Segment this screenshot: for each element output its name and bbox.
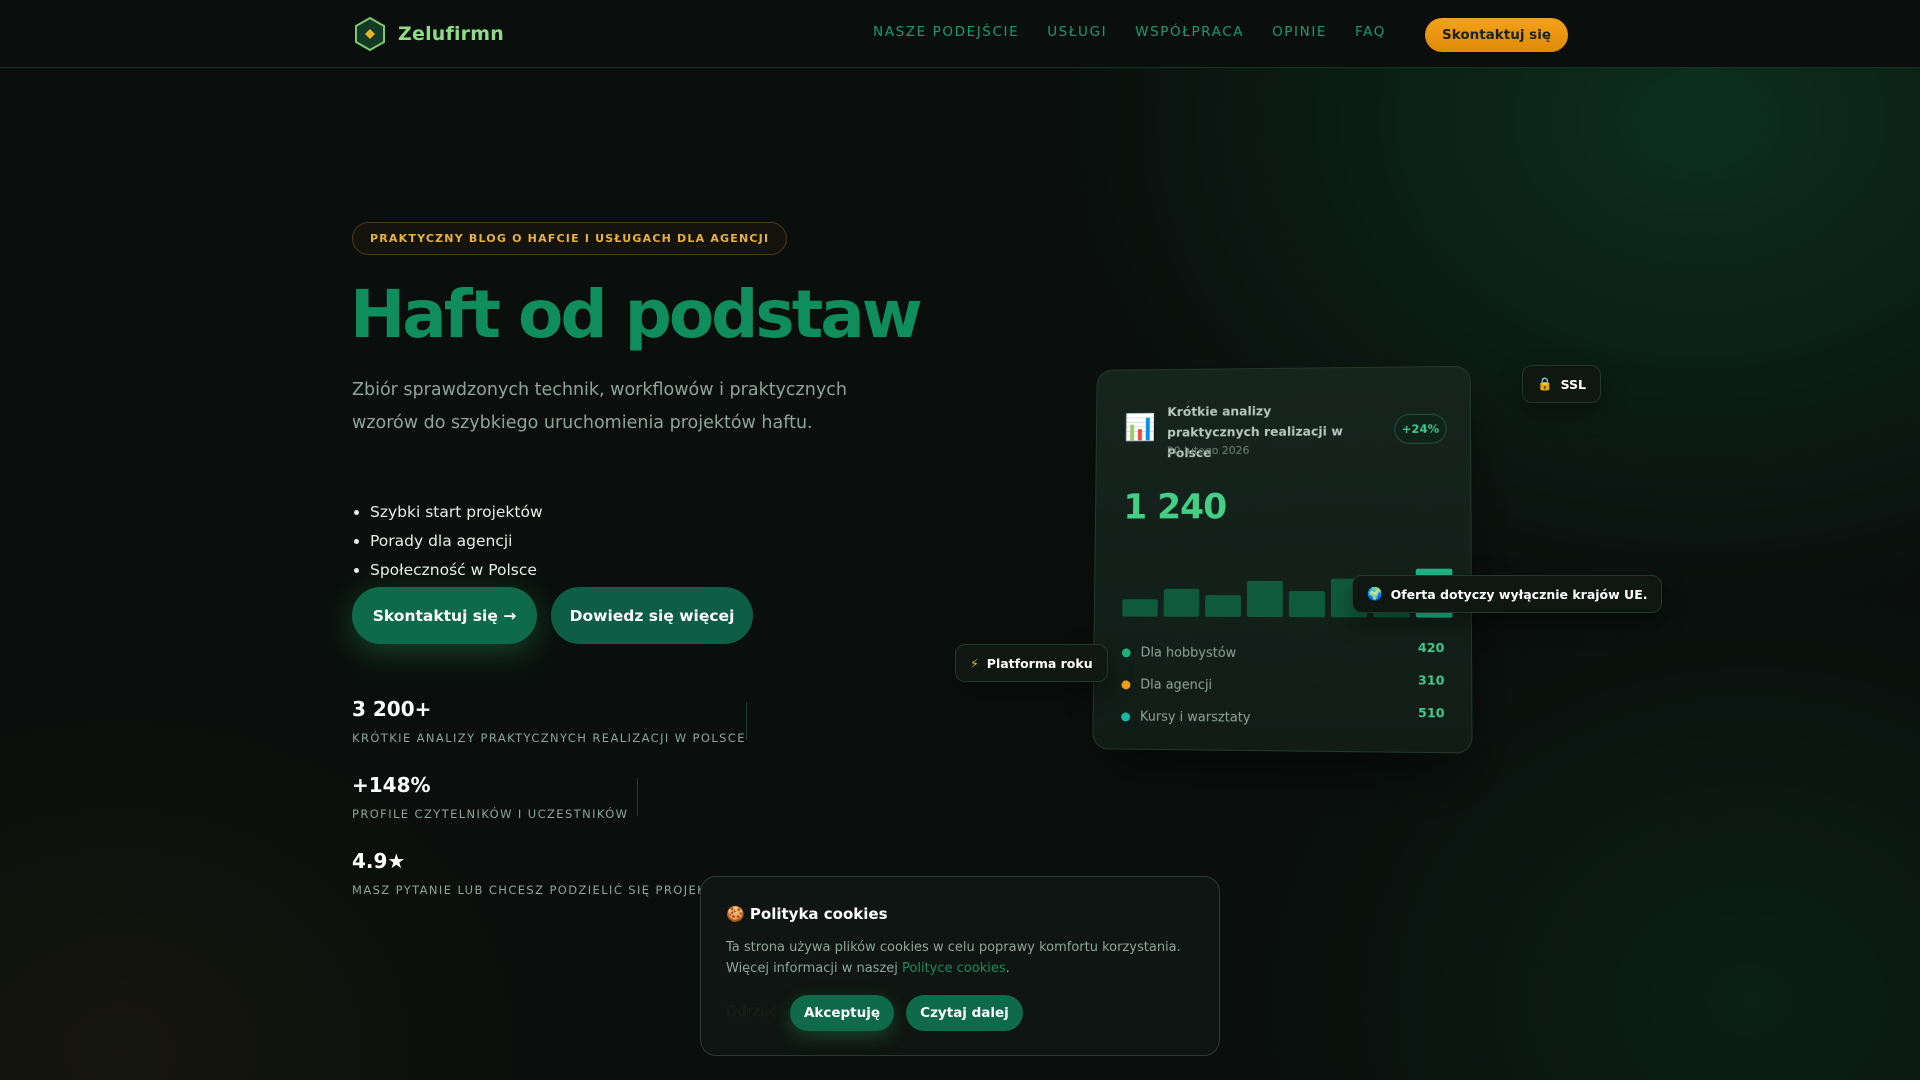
stat-rating: 4.9★ MASZ PYTANIE LUB CHCESZ PODZIELIĆ S… xyxy=(352,849,734,897)
lock-icon: 🔒 xyxy=(1537,376,1553,391)
cookie-title-text: Polityka cookies xyxy=(749,905,888,923)
site-header: Zelufirmn NASZE PODEJŚCIE USŁUGI WSPÓŁPR… xyxy=(0,0,1920,68)
hero-title: Haft od podstaw xyxy=(350,276,923,353)
bar-chart-icon: 📊 xyxy=(1124,413,1156,443)
stat-value: +148% xyxy=(352,773,431,797)
legend-value: 420 xyxy=(1417,639,1445,656)
card-total: 1 240 xyxy=(1123,487,1227,528)
legend-value: 510 xyxy=(1417,704,1445,721)
feature-list: Szybki start projektów Porady dla agencj… xyxy=(370,498,543,585)
cookie-banner: 🍪 Polityka cookies Ta strona używa plikó… xyxy=(700,876,1220,1056)
brand-name: Zelufirmn xyxy=(398,23,504,45)
legend-row: Dla hobbystów 420 xyxy=(1121,636,1445,670)
stat-label: MASZ PYTANIE LUB CHCESZ PODZIELIĆ SIĘ PR… xyxy=(352,883,734,897)
legend-name: Dla agencji xyxy=(1140,676,1213,693)
chart-bar xyxy=(1163,588,1200,617)
hero-badge: PRAKTYCZNY BLOG O HAFCIE I USŁUGACH DLA … xyxy=(352,222,788,255)
lightning-icon: ⚡ xyxy=(970,655,979,671)
contact-button[interactable]: Skontaktuj się → xyxy=(352,587,537,644)
eu-chip: 🌍 Oferta dotyczy wyłącznie krajów UE. xyxy=(1352,575,1663,613)
cookie-icon: 🍪 xyxy=(726,905,745,923)
analytics-card: 📊 Krótkie analizy praktycznych realizacj… xyxy=(1092,365,1473,754)
cookie-text-period: . xyxy=(1005,961,1010,976)
nav-item-podejscie[interactable]: NASZE PODEJŚCIE xyxy=(873,24,1019,40)
cookie-policy-link[interactable]: Polityce cookies xyxy=(902,961,1006,976)
chart-bar xyxy=(1122,599,1158,617)
stat-analyses: 3 200+ KRÓTKIE ANALIZY PRAKTYCZNYCH REAL… xyxy=(352,697,746,745)
stat-value: 3 200+ xyxy=(352,697,432,721)
platform-chip: ⚡ Platforma roku xyxy=(955,644,1108,682)
legend-name: Dla hobbystów xyxy=(1140,644,1237,661)
nav-item-faq[interactable]: FAQ xyxy=(1355,24,1386,40)
stat-profiles: +148% PROFILE CZYTELNIKÓW I UCZESTNIKÓW xyxy=(352,773,628,821)
stat-label: KRÓTKIE ANALIZY PRAKTYCZNYCH REALIZACJI … xyxy=(352,731,746,745)
cookie-text: Ta strona używa plików cookies w celu po… xyxy=(726,937,1206,979)
legend-row: Kursy i warsztaty 510 xyxy=(1121,700,1445,735)
read-more-button[interactable]: Czytaj dalej xyxy=(906,995,1023,1031)
nav-item-uslugi[interactable]: USŁUGI xyxy=(1047,24,1107,40)
eu-label: Oferta dotyczy wyłącznie krajów UE. xyxy=(1390,586,1648,602)
brand[interactable]: Zelufirmn xyxy=(352,16,504,52)
chart-bar xyxy=(1288,591,1325,618)
stat-divider xyxy=(746,702,747,740)
feature-item: Porady dla agencji xyxy=(370,527,543,556)
hero-subtitle: Zbiór sprawdzonych technik, workflowów i… xyxy=(352,380,847,433)
legend-dot xyxy=(1121,647,1131,657)
legend-dot xyxy=(1121,711,1131,722)
hexagon-diamond-icon xyxy=(355,16,385,52)
cookie-title: 🍪 Polityka cookies xyxy=(726,905,888,923)
card-legend: Dla hobbystów 420 Dla agencji 310 Kursy … xyxy=(1121,636,1445,735)
card-date: 20 lutego 2026 xyxy=(1166,443,1250,458)
platform-label: Platforma roku xyxy=(986,655,1093,671)
legend-dot xyxy=(1121,679,1131,689)
chart-bar xyxy=(1205,595,1241,617)
legend-name: Kursy i warsztaty xyxy=(1139,709,1251,726)
ssl-chip: 🔒 SSL xyxy=(1522,365,1601,403)
chart-bar xyxy=(1246,580,1283,618)
legend-value: 310 xyxy=(1417,672,1445,688)
ssl-label: SSL xyxy=(1560,376,1586,392)
reject-button[interactable]: Odrzuć xyxy=(726,1004,777,1020)
header-contact-button[interactable]: Skontaktuj się xyxy=(1425,18,1568,52)
stat-value: 4.9★ xyxy=(352,849,406,873)
stat-label: PROFILE CZYTELNIKÓW I UCZESTNIKÓW xyxy=(352,807,629,821)
stat-divider xyxy=(637,778,638,816)
nav-item-wspolpraca[interactable]: WSPÓŁPRACA xyxy=(1135,24,1244,40)
accept-button[interactable]: Akceptuję xyxy=(790,995,894,1031)
main-nav: NASZE PODEJŚCIE USŁUGI WSPÓŁPRACA OPINIE… xyxy=(873,24,1386,40)
nav-item-opinie[interactable]: OPINIE xyxy=(1272,24,1327,40)
feature-item: Szybki start projektów xyxy=(370,498,543,527)
feature-item: Społeczność w Polsce xyxy=(370,556,543,585)
legend-row: Dla agencji 310 xyxy=(1121,668,1445,703)
learn-more-button[interactable]: Dowiedz się więcej xyxy=(551,587,753,644)
globe-icon: 🌍 xyxy=(1367,586,1383,601)
change-badge: +24% xyxy=(1394,413,1447,444)
